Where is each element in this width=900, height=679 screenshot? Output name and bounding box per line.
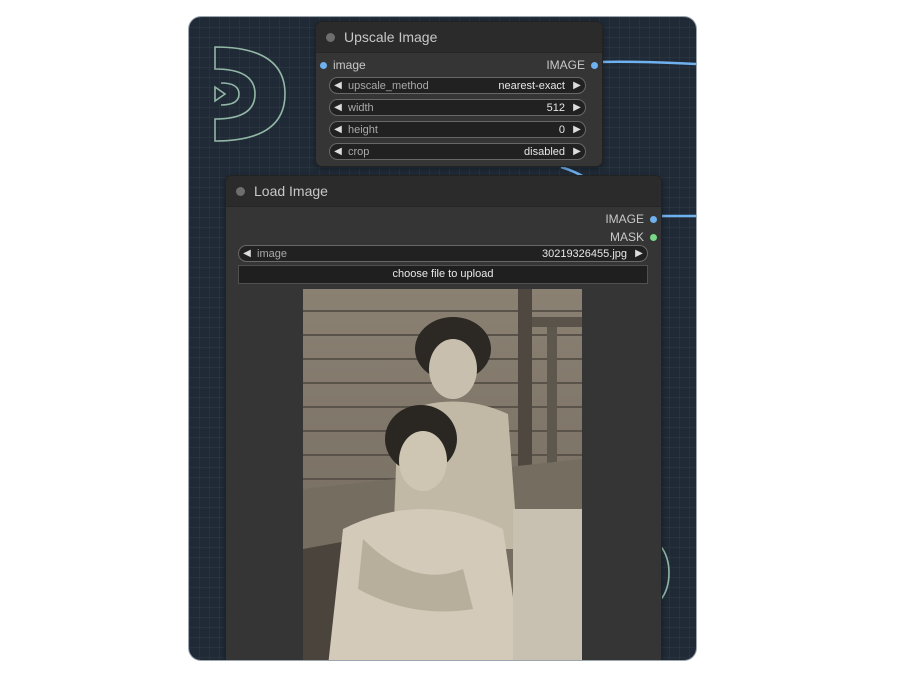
slot-row: image IMAGE <box>316 55 602 73</box>
widget-value: 512 <box>546 101 565 114</box>
upscale-image-node[interactable]: Upscale Image image IMAGE ◀ upscale_meth… <box>316 22 602 166</box>
widget-value: 30219326455.jpg <box>541 247 627 260</box>
node-title: Load Image <box>254 183 328 199</box>
arrow-right-icon[interactable]: ▶ <box>631 248 647 259</box>
output-pin-icon[interactable] <box>650 215 657 223</box>
widget-label: upscale_method <box>348 79 429 92</box>
widget-upscale-method[interactable]: ◀ upscale_method nearest-exact ▶ <box>329 77 586 94</box>
widget-image-select[interactable]: ◀ image 30219326455.jpg ▶ <box>238 245 648 262</box>
slot-row: IMAGE <box>226 209 661 227</box>
slot-row: MASK <box>226 227 661 245</box>
node-header[interactable]: Load Image <box>226 176 661 207</box>
output-label: IMAGE <box>605 212 644 226</box>
output-label: MASK <box>609 230 644 244</box>
output-label: IMAGE <box>546 58 585 72</box>
widget-label: width <box>348 101 374 114</box>
input-pin-icon[interactable] <box>320 61 327 69</box>
output-pin-icon[interactable] <box>650 233 657 241</box>
arrow-left-icon[interactable]: ◀ <box>330 102 346 113</box>
arrow-left-icon[interactable]: ◀ <box>330 124 346 135</box>
widget-crop[interactable]: ◀ crop disabled ▶ <box>329 143 586 160</box>
upload-button[interactable]: choose file to upload <box>238 265 648 284</box>
collapse-dot-icon[interactable] <box>326 32 335 42</box>
arrow-left-icon[interactable]: ◀ <box>330 146 346 157</box>
output-slot-mask[interactable]: MASK <box>610 230 657 244</box>
arrow-left-icon[interactable]: ◀ <box>330 80 346 91</box>
collapse-dot-icon[interactable] <box>236 186 245 196</box>
graph-canvas[interactable]: Upscale Image image IMAGE ◀ upscale_meth… <box>189 17 696 660</box>
arrow-right-icon[interactable]: ▶ <box>569 146 585 157</box>
widget-value: 0 <box>558 123 565 136</box>
node-header[interactable]: Upscale Image <box>316 22 602 53</box>
widget-height[interactable]: ◀ height 0 ▶ <box>329 121 586 138</box>
input-slot-image[interactable]: image <box>320 58 366 72</box>
arrow-left-icon[interactable]: ◀ <box>239 248 255 259</box>
arrow-right-icon[interactable]: ▶ <box>569 80 585 91</box>
output-slot-image[interactable]: IMAGE <box>546 58 598 72</box>
widget-value: disabled <box>524 145 565 158</box>
arrow-right-icon[interactable]: ▶ <box>569 124 585 135</box>
widget-value: nearest-exact <box>498 79 565 92</box>
input-label: image <box>333 58 366 72</box>
arrow-right-icon[interactable]: ▶ <box>569 102 585 113</box>
widget-label: image <box>257 247 287 260</box>
widget-label: crop <box>348 145 370 158</box>
image-preview <box>303 289 582 660</box>
widget-width[interactable]: ◀ width 512 ▶ <box>329 99 586 116</box>
node-title: Upscale Image <box>344 29 438 45</box>
output-pin-icon[interactable] <box>591 61 598 69</box>
photo-illustration <box>303 289 582 660</box>
load-image-node[interactable]: Load Image IMAGE MASK ◀ image 3021932645… <box>226 176 661 660</box>
widget-label: height <box>348 123 378 136</box>
output-slot-image[interactable]: IMAGE <box>605 212 657 226</box>
